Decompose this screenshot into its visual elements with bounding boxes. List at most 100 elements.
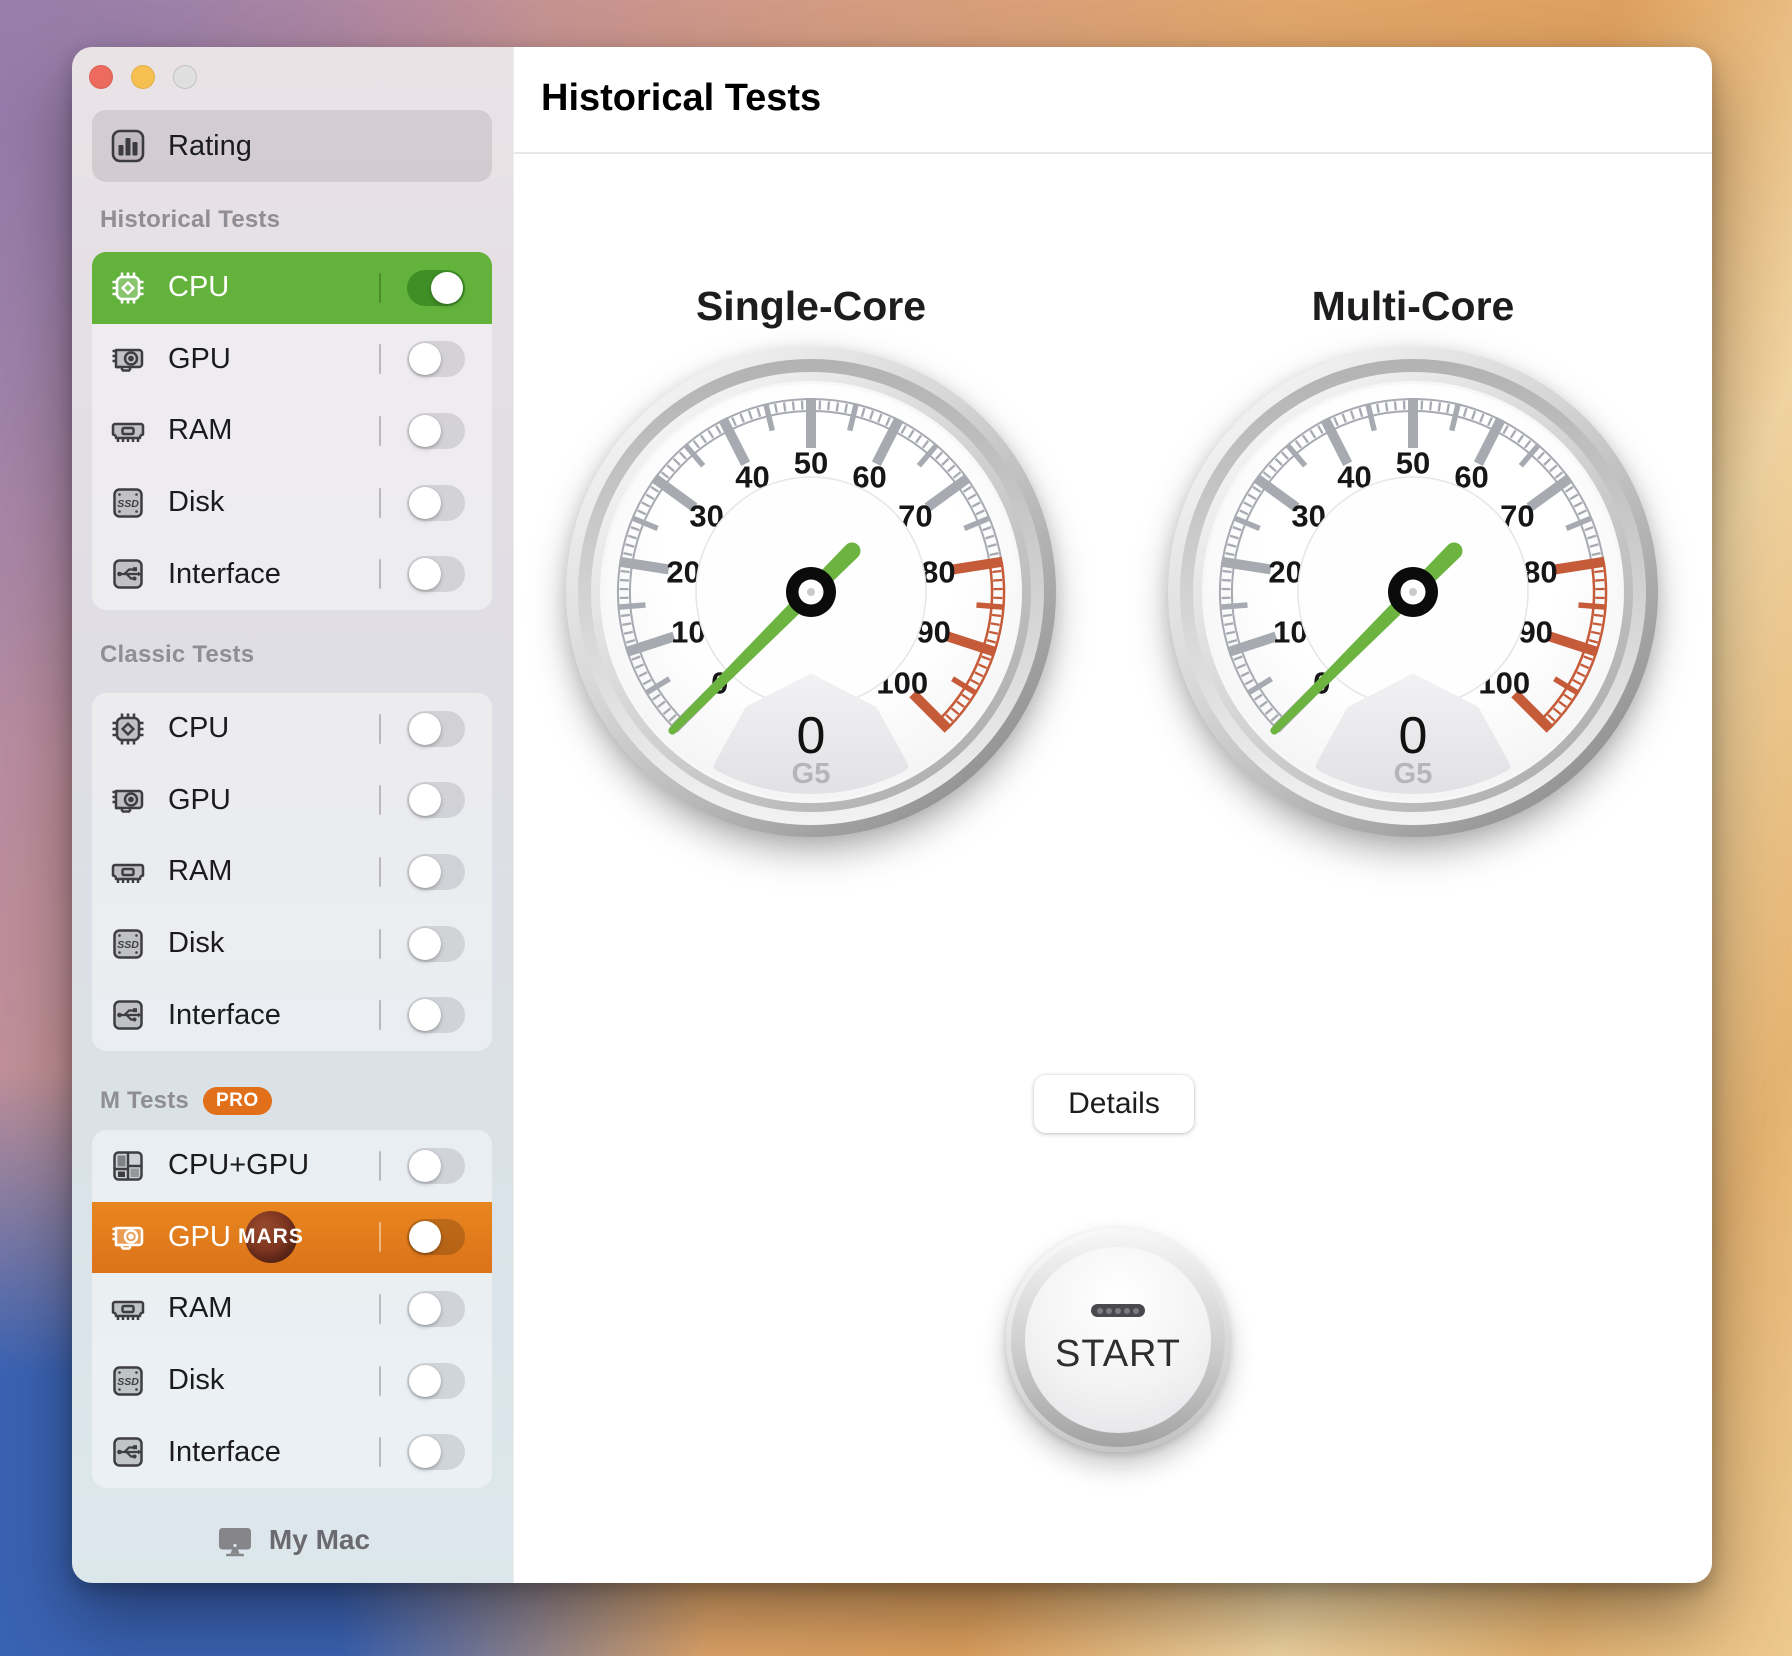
cpugpu-icon	[108, 1146, 148, 1186]
row-divider	[379, 1222, 381, 1252]
section-header: M TestsPRO	[100, 1086, 272, 1116]
start-button-label: START	[1055, 1333, 1181, 1376]
zoom-button[interactable]	[173, 65, 197, 89]
main-panel: Historical Tests Single-Core Multi-Core …	[513, 47, 1712, 1583]
sidebar-item-interface[interactable]: Interface	[92, 979, 492, 1051]
minimize-button[interactable]	[131, 65, 155, 89]
sidebar-item-disk[interactable]: SSD Disk	[92, 1345, 492, 1417]
gauge-value: 0	[1399, 707, 1428, 765]
gauge-unit: G5	[1394, 758, 1433, 790]
mars-badge-label: MARS	[238, 1225, 304, 1249]
sidebar-item-label: Disk	[168, 486, 224, 519]
gauge-unit: G5	[792, 758, 831, 790]
sidebar-item-label: CPU+GPU	[168, 1149, 309, 1182]
sidebar-footer-my-mac[interactable]: My Mac	[72, 1520, 513, 1560]
multi-core-gauge: 01020304050607080901000G5	[1163, 342, 1663, 842]
toggle-cpu-gpu[interactable]	[407, 1148, 465, 1184]
details-button[interactable]: Details	[1034, 1075, 1194, 1133]
svg-text:50: 50	[794, 446, 828, 481]
sidebar-item-label: GPU	[168, 784, 231, 817]
toggle-ram[interactable]	[407, 1291, 465, 1327]
toggle-knob	[431, 272, 463, 304]
toggle-gpu[interactable]	[407, 782, 465, 818]
sidebar-item-ram[interactable]: RAM	[92, 1273, 492, 1345]
ram-icon	[108, 1289, 148, 1329]
toggle-cpu[interactable]	[407, 711, 465, 747]
section-title: Historical Tests	[100, 206, 280, 234]
toggle-knob	[409, 856, 441, 888]
sidebar-item-label: Interface	[168, 1436, 281, 1469]
row-divider	[379, 273, 381, 303]
toggle-interface[interactable]	[407, 997, 465, 1033]
toggle-knob	[409, 1436, 441, 1468]
sidebar-item-gpu[interactable]: GPU MARS	[92, 1202, 492, 1274]
svg-text:SSD: SSD	[117, 498, 139, 510]
my-mac-label: My Mac	[269, 1524, 370, 1556]
sidebar-item-disk[interactable]: SSD Disk	[92, 467, 492, 539]
sidebar-group: CPU+GPU GPU MARS RAM SSD Disk Interface	[92, 1130, 492, 1488]
toggle-knob	[409, 415, 441, 447]
sidebar-item-gpu[interactable]: GPU	[92, 765, 492, 837]
sidebar-item-label: Disk	[168, 1364, 224, 1397]
toggle-ram[interactable]	[407, 413, 465, 449]
sidebar-item-label: Interface	[168, 558, 281, 591]
start-button[interactable]: START	[1006, 1228, 1230, 1452]
sidebar-item-gpu[interactable]: GPU	[92, 324, 492, 396]
sidebar-item-cpu-gpu[interactable]: CPU+GPU	[92, 1130, 492, 1202]
sidebar-item-ram[interactable]: RAM	[92, 395, 492, 467]
gauge-value: 0	[797, 707, 826, 765]
display-icon	[215, 1520, 255, 1560]
row-divider	[379, 857, 381, 887]
usb-icon	[108, 1432, 148, 1472]
traffic-lights	[89, 65, 197, 89]
sidebar-item-interface[interactable]: Interface	[92, 1416, 492, 1488]
toggle-cpu[interactable]	[407, 270, 465, 306]
row-divider	[379, 1000, 381, 1030]
ram-icon	[108, 852, 148, 892]
gauge-title-multi-core: Multi-Core	[1163, 283, 1663, 330]
toggle-interface[interactable]	[407, 556, 465, 592]
toggle-disk[interactable]	[407, 1363, 465, 1399]
row-divider	[379, 1366, 381, 1396]
toggle-knob	[409, 487, 441, 519]
ssd-icon: SSD	[108, 483, 148, 523]
toggle-disk[interactable]	[407, 926, 465, 962]
toggle-knob	[409, 1221, 441, 1253]
usb-icon	[108, 995, 148, 1035]
toggle-interface[interactable]	[407, 1434, 465, 1470]
toggle-knob	[409, 713, 441, 745]
sidebar-item-interface[interactable]: Interface	[92, 538, 492, 610]
row-divider	[379, 488, 381, 518]
header-separator	[514, 152, 1712, 154]
ram-icon	[108, 411, 148, 451]
toggle-gpu[interactable]	[407, 341, 465, 377]
sidebar-item-label: GPU	[168, 1221, 231, 1254]
row-divider	[379, 1294, 381, 1324]
gpu-icon	[108, 339, 148, 379]
toggle-disk[interactable]	[407, 485, 465, 521]
sidebar-item-ram[interactable]: RAM	[92, 836, 492, 908]
close-button[interactable]	[89, 65, 113, 89]
row-divider	[379, 1151, 381, 1181]
sidebar-item-rating[interactable]: Rating	[92, 110, 492, 182]
page-title: Historical Tests	[541, 77, 821, 120]
sidebar-group: CPUGPURAM SSD Disk Interface	[92, 252, 492, 610]
app-window: Rating Historical TestsCPUGPURAMSSDDiskI…	[72, 47, 1712, 1583]
row-divider	[379, 929, 381, 959]
sidebar-item-disk[interactable]: SSDDisk	[92, 908, 492, 980]
single-core-gauge: 01020304050607080901000G5	[561, 342, 1061, 842]
section-header: Classic Tests	[100, 640, 254, 670]
start-led-indicator	[1091, 1304, 1145, 1317]
sidebar-item-label: Rating	[168, 130, 252, 163]
sidebar-item-label: Interface	[168, 999, 281, 1032]
toggle-ram[interactable]	[407, 854, 465, 890]
cpu-icon	[108, 268, 148, 308]
rating-icon	[108, 126, 148, 166]
sidebar-item-cpu[interactable]: CPU	[92, 693, 492, 765]
start-button-ring: START	[1011, 1233, 1225, 1447]
toggle-gpu[interactable]	[407, 1219, 465, 1255]
gauge-title-single-core: Single-Core	[561, 283, 1061, 330]
gpu-icon	[108, 780, 148, 820]
sidebar-item-cpu[interactable]: CPU	[92, 252, 492, 324]
ssd-icon: SSD	[108, 1361, 148, 1401]
